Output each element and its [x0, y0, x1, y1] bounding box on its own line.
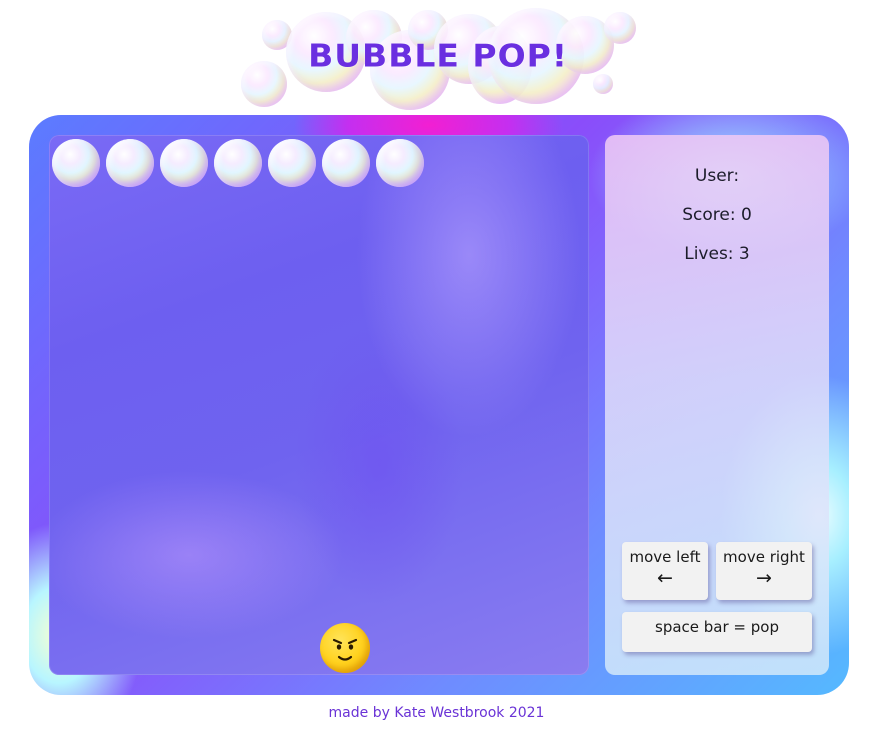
move-right-label: move right	[723, 548, 805, 566]
pop-button[interactable]: space bar = pop	[622, 612, 812, 652]
player-character	[320, 623, 370, 673]
pop-label: space bar = pop	[655, 618, 779, 636]
arrow-left-icon: ←	[657, 567, 673, 589]
user-label: User:	[694, 166, 740, 186]
move-right-button[interactable]: move right →	[716, 542, 812, 600]
score-label: Score: 0	[682, 205, 752, 225]
game-title: BUBBLE POP!	[308, 36, 568, 75]
bubble[interactable]	[268, 139, 316, 187]
angry-face-icon	[332, 638, 358, 661]
bubble[interactable]	[214, 139, 262, 187]
move-left-label: move left	[629, 548, 701, 566]
game-area	[49, 135, 589, 675]
side-panel: User: Score: 0 Lives: 3 move left ← move…	[605, 135, 829, 675]
lives-label: Lives: 3	[684, 244, 750, 264]
bubble[interactable]	[106, 139, 154, 187]
game-frame: User: Score: 0 Lives: 3 move left ← move…	[29, 115, 849, 695]
bubble[interactable]	[376, 139, 424, 187]
bubble[interactable]	[52, 139, 100, 187]
arrow-right-icon: →	[756, 567, 772, 589]
bubble[interactable]	[322, 139, 370, 187]
footer-credit: made by Kate Westbrook 2021	[328, 705, 545, 721]
move-left-button[interactable]: move left ←	[622, 542, 708, 600]
bubble[interactable]	[160, 139, 208, 187]
game-logo: BUBBLE POP!	[238, 6, 638, 110]
